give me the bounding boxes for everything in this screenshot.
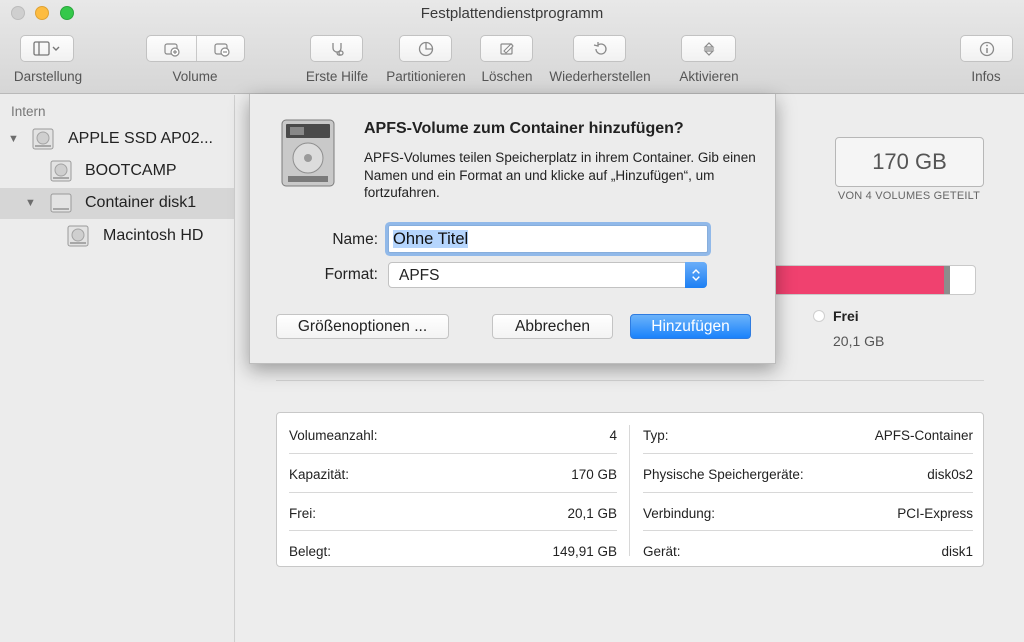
info-key: Frei: — [289, 505, 316, 521]
capacity-value: 170 GB — [835, 137, 984, 187]
remove-volume-icon — [213, 42, 230, 57]
erase-icon — [499, 42, 514, 55]
disclosure-triangle-icon[interactable]: ▼ — [8, 133, 19, 145]
format-popup-value: APFS — [399, 267, 440, 284]
info-row: Physische Speichergeräte: disk0s2 — [631, 454, 985, 493]
mount-label: Aktivieren — [679, 69, 739, 84]
name-label: Name: — [332, 231, 378, 248]
info-row: Volumeanzahl: 4 — [277, 415, 629, 454]
erase-label: Löschen — [481, 69, 533, 84]
free-legend-label: Frei — [833, 308, 859, 324]
info-icon — [979, 41, 994, 56]
volume-label: Volume — [172, 69, 218, 84]
info-column-right: Typ: APFS-Container Physische Speicherge… — [631, 413, 985, 566]
size-options-button[interactable]: Größenoptionen ... — [276, 314, 449, 339]
info-value: 4 — [609, 428, 617, 443]
sidebar-item-label: BOOTCAMP — [85, 162, 177, 179]
stethoscope-icon — [331, 42, 344, 56]
info-value: 20,1 GB — [567, 505, 617, 521]
name-field-value: Ohne Titel — [393, 230, 469, 248]
restore-arrow-icon — [593, 41, 607, 55]
info-key: Gerät: — [643, 544, 681, 560]
partition-label: Partitionieren — [386, 69, 466, 84]
restore-label: Wiederherstellen — [549, 69, 651, 84]
format-label: Format: — [324, 266, 378, 283]
info-column-divider — [629, 425, 630, 556]
divider — [276, 380, 984, 381]
add-volume-icon — [163, 42, 180, 57]
sidebar-item-bootcamp[interactable]: BOOTCAMP — [0, 156, 234, 187]
info-button[interactable] — [960, 35, 1013, 62]
info-key: Kapazität: — [289, 466, 350, 482]
sidebar-icon — [33, 40, 60, 56]
sidebar-item-label: APPLE SSD AP02... — [68, 130, 213, 147]
info-table: Volumeanzahl: 4 Kapazität: 170 GB Frei: … — [276, 412, 984, 567]
dialog-title: APFS-Volume zum Container hinzufügen? — [364, 120, 684, 137]
mount-button[interactable] — [681, 35, 736, 62]
info-value: APFS-Container — [874, 428, 973, 443]
usage-bar — [770, 265, 976, 295]
info-value: 149,91 GB — [552, 544, 617, 560]
add-button[interactable]: Hinzufügen — [630, 314, 751, 339]
free-legend-value: 20,1 GB — [833, 333, 885, 349]
info-key: Verbindung: — [643, 505, 716, 521]
sidebar-item-label: Container disk1 — [85, 194, 197, 211]
volume-disk-icon — [50, 160, 72, 182]
info-key: Typ: — [643, 428, 669, 443]
info-value: PCI-Express — [897, 505, 973, 521]
info-key: Belegt: — [289, 544, 332, 560]
info-column-left: Volumeanzahl: 4 Kapazität: 170 GB Frei: … — [277, 413, 629, 566]
first-aid-label: Erste Hilfe — [305, 69, 369, 84]
internal-disk-icon — [32, 128, 54, 150]
volume-disk-icon — [67, 225, 89, 247]
info-row: Frei: 20,1 GB — [277, 493, 629, 532]
info-label: Infos — [971, 69, 1001, 84]
view-button[interactable] — [20, 35, 74, 62]
remove-volume-button[interactable] — [197, 36, 246, 61]
info-row: Verbindung: PCI-Express — [631, 493, 985, 532]
capacity-caption: VON 4 VOLUMES GETEILT — [837, 190, 981, 202]
sidebar: Intern ▼ APPLE SSD AP02... BOOTCAMP ▼ Co… — [0, 95, 235, 642]
info-key: Physische Speichergeräte: — [643, 466, 804, 482]
add-volume-sheet: APFS-Volume zum Container hinzufügen? AP… — [249, 94, 776, 364]
usage-bar-used — [771, 266, 946, 294]
add-volume-button[interactable] — [147, 36, 196, 61]
restore-button[interactable] — [573, 35, 626, 62]
free-legend-swatch — [813, 310, 825, 322]
sidebar-item-label: Macintosh HD — [103, 227, 204, 244]
sidebar-item-macintosh-hd[interactable]: Macintosh HD — [0, 221, 234, 252]
info-row: Gerät: disk1 — [631, 531, 985, 570]
disclosure-triangle-icon[interactable]: ▼ — [25, 197, 36, 209]
view-label: Darstellung — [13, 69, 83, 84]
info-value: 170 GB — [571, 466, 617, 482]
volume-segmented-control — [146, 35, 245, 62]
hard-drive-icon — [281, 119, 335, 187]
name-field[interactable]: Ohne Titel — [388, 225, 708, 253]
sidebar-section-internal: Intern — [11, 104, 46, 119]
erase-button[interactable] — [480, 35, 533, 62]
popup-arrows-icon — [685, 262, 707, 288]
first-aid-button[interactable] — [310, 35, 363, 62]
container-disk-icon — [50, 193, 72, 213]
info-row: Typ: APFS-Container — [631, 415, 985, 454]
info-value: disk1 — [941, 544, 973, 560]
mount-icon — [703, 41, 714, 56]
usage-bar-divider — [944, 266, 951, 294]
window-title: Festplattendienstprogramm — [420, 5, 604, 22]
title-bar: Festplattendienstprogramm Darstellung Vo… — [0, 0, 1024, 94]
partition-button[interactable] — [399, 35, 452, 62]
info-row: Kapazität: 170 GB — [277, 454, 629, 493]
cancel-button[interactable]: Abbrechen — [492, 314, 613, 339]
sidebar-item-apple-ssd[interactable]: ▼ APPLE SSD AP02... — [0, 124, 234, 155]
pie-chart-icon — [418, 41, 433, 56]
dialog-message: APFS-Volumes teilen Speicherplatz in ihr… — [364, 150, 756, 200]
format-popup[interactable]: APFS — [388, 262, 707, 288]
info-key: Volumeanzahl: — [289, 428, 378, 443]
info-value: disk0s2 — [927, 466, 973, 482]
sidebar-item-container-disk1[interactable]: ▼ Container disk1 — [0, 188, 234, 219]
info-row: Belegt: 149,91 GB — [277, 531, 629, 570]
